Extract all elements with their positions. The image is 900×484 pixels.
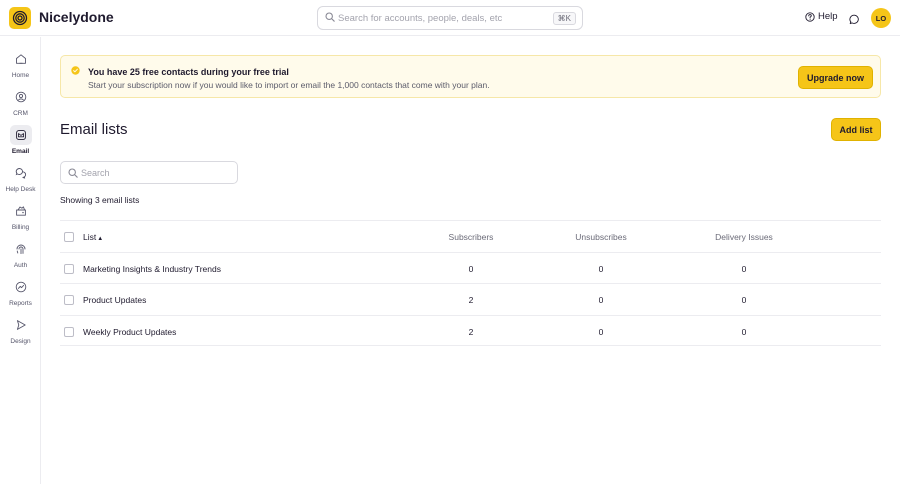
list-search-input[interactable]	[81, 166, 231, 180]
list-name[interactable]: Product Updates	[83, 295, 146, 305]
search-icon	[325, 12, 335, 22]
email-icon	[15, 130, 26, 140]
design-icon-wrap	[10, 315, 32, 335]
sidebar-item-help-desk[interactable]: Help Desk	[0, 160, 41, 194]
messages-button[interactable]	[849, 12, 860, 30]
email-icon-wrap	[9, 125, 32, 145]
top-bar: Nicelydone ⌘K Help LO	[0, 0, 900, 36]
logo-icon	[12, 10, 28, 26]
sidebar-item-label: Help Desk	[5, 186, 36, 193]
banner-text: Start your subscription now if you would…	[88, 80, 490, 90]
row-checkbox[interactable]	[64, 295, 74, 305]
select-all-checkbox[interactable]	[64, 232, 74, 242]
reports-icon-wrap	[10, 277, 32, 297]
help-icon	[805, 11, 815, 22]
sidebar: Home CRM Email Help Desk Billing Auth Re…	[0, 37, 41, 484]
sidebar-item-label: CRM	[13, 110, 28, 117]
delivery-issues-count: 0	[741, 263, 747, 274]
global-search[interactable]: ⌘K	[317, 6, 583, 30]
sidebar-item-label: Billing	[11, 224, 30, 231]
sort-ascending-icon: ▲	[97, 236, 104, 242]
banner-title: You have 25 free contacts during your fr…	[88, 67, 289, 77]
user-avatar[interactable]: LO	[871, 8, 891, 28]
table-header-row: List▲ Subscribers Unsubscribes Delivery …	[60, 220, 881, 252]
home-icon	[15, 54, 26, 64]
sidebar-item-label: Auth	[13, 262, 28, 269]
column-header-list-label: List	[83, 232, 97, 242]
row-checkbox[interactable]	[64, 263, 74, 274]
column-header-subscribers[interactable]: Subscribers	[431, 232, 511, 242]
help-label: Help	[818, 11, 838, 22]
sidebar-item-reports[interactable]: Reports	[0, 274, 41, 308]
crm-icon	[15, 91, 26, 103]
subscribers-count: 2	[468, 326, 474, 337]
reports-icon	[15, 281, 26, 293]
search-shortcut-badge: ⌘K	[552, 12, 576, 25]
table-row[interactable]: Weekly Product Updates 2 0 0	[60, 314, 881, 346]
billing-icon	[15, 206, 26, 216]
row-checkbox[interactable]	[64, 326, 74, 337]
delivery-issues-count: 0	[741, 295, 747, 305]
subscribers-count: 0	[468, 263, 474, 274]
crm-icon-wrap	[10, 87, 32, 107]
global-search-input[interactable]	[338, 10, 548, 26]
sidebar-item-label: Email	[11, 148, 30, 155]
home-icon-wrap	[10, 49, 32, 69]
chat-bubble-icon	[849, 14, 859, 25]
sidebar-item-label: Home	[11, 72, 30, 79]
column-header-delivery-issues[interactable]: Delivery Issues	[704, 232, 784, 242]
auth-icon-wrap	[10, 239, 32, 259]
column-header-list[interactable]: List▲	[83, 232, 103, 242]
sidebar-item-design[interactable]: Design	[0, 312, 41, 346]
design-icon	[16, 320, 26, 330]
auth-icon	[16, 244, 25, 255]
search-icon	[68, 168, 78, 178]
sidebar-item-billing[interactable]: Billing	[0, 198, 41, 232]
unsubscribes-count: 0	[598, 295, 604, 305]
unsubscribes-count: 0	[598, 263, 604, 274]
table-row[interactable]: Product Updates 2 0 0	[60, 283, 881, 315]
list-name[interactable]: Weekly Product Updates	[83, 327, 176, 337]
sidebar-item-email[interactable]: Email	[0, 122, 41, 156]
sidebar-item-crm[interactable]: CRM	[0, 84, 41, 118]
results-count: Showing 3 email lists	[60, 195, 140, 205]
sidebar-item-home[interactable]: Home	[0, 46, 41, 80]
column-header-unsubscribes[interactable]: Unsubscribes	[561, 232, 641, 242]
table-row[interactable]: Marketing Insights & Industry Trends 0 0…	[60, 251, 881, 284]
upgrade-now-button[interactable]: Upgrade now	[798, 66, 873, 89]
app-name: Nicelydone	[39, 9, 114, 25]
app-logo[interactable]	[9, 7, 31, 29]
add-list-button[interactable]: Add list	[831, 118, 881, 141]
trial-banner: You have 25 free contacts during your fr…	[60, 55, 881, 98]
unsubscribes-count: 0	[598, 326, 604, 337]
help-button[interactable]: Help	[805, 11, 838, 22]
subscribers-count: 2	[468, 295, 474, 305]
list-search[interactable]	[60, 161, 238, 184]
sidebar-item-auth[interactable]: Auth	[0, 236, 41, 270]
page-title: Email lists	[60, 121, 128, 138]
sidebar-item-label: Reports	[9, 300, 32, 307]
email-lists-table: List▲ Subscribers Unsubscribes Delivery …	[60, 220, 881, 346]
help-desk-icon-wrap	[10, 163, 32, 183]
sidebar-item-label: Design	[10, 338, 31, 345]
list-name[interactable]: Marketing Insights & Industry Trends	[83, 264, 221, 274]
check-circle-icon	[71, 66, 80, 75]
billing-icon-wrap	[10, 201, 32, 221]
delivery-issues-count: 0	[741, 326, 747, 337]
help-desk-icon	[15, 168, 26, 179]
